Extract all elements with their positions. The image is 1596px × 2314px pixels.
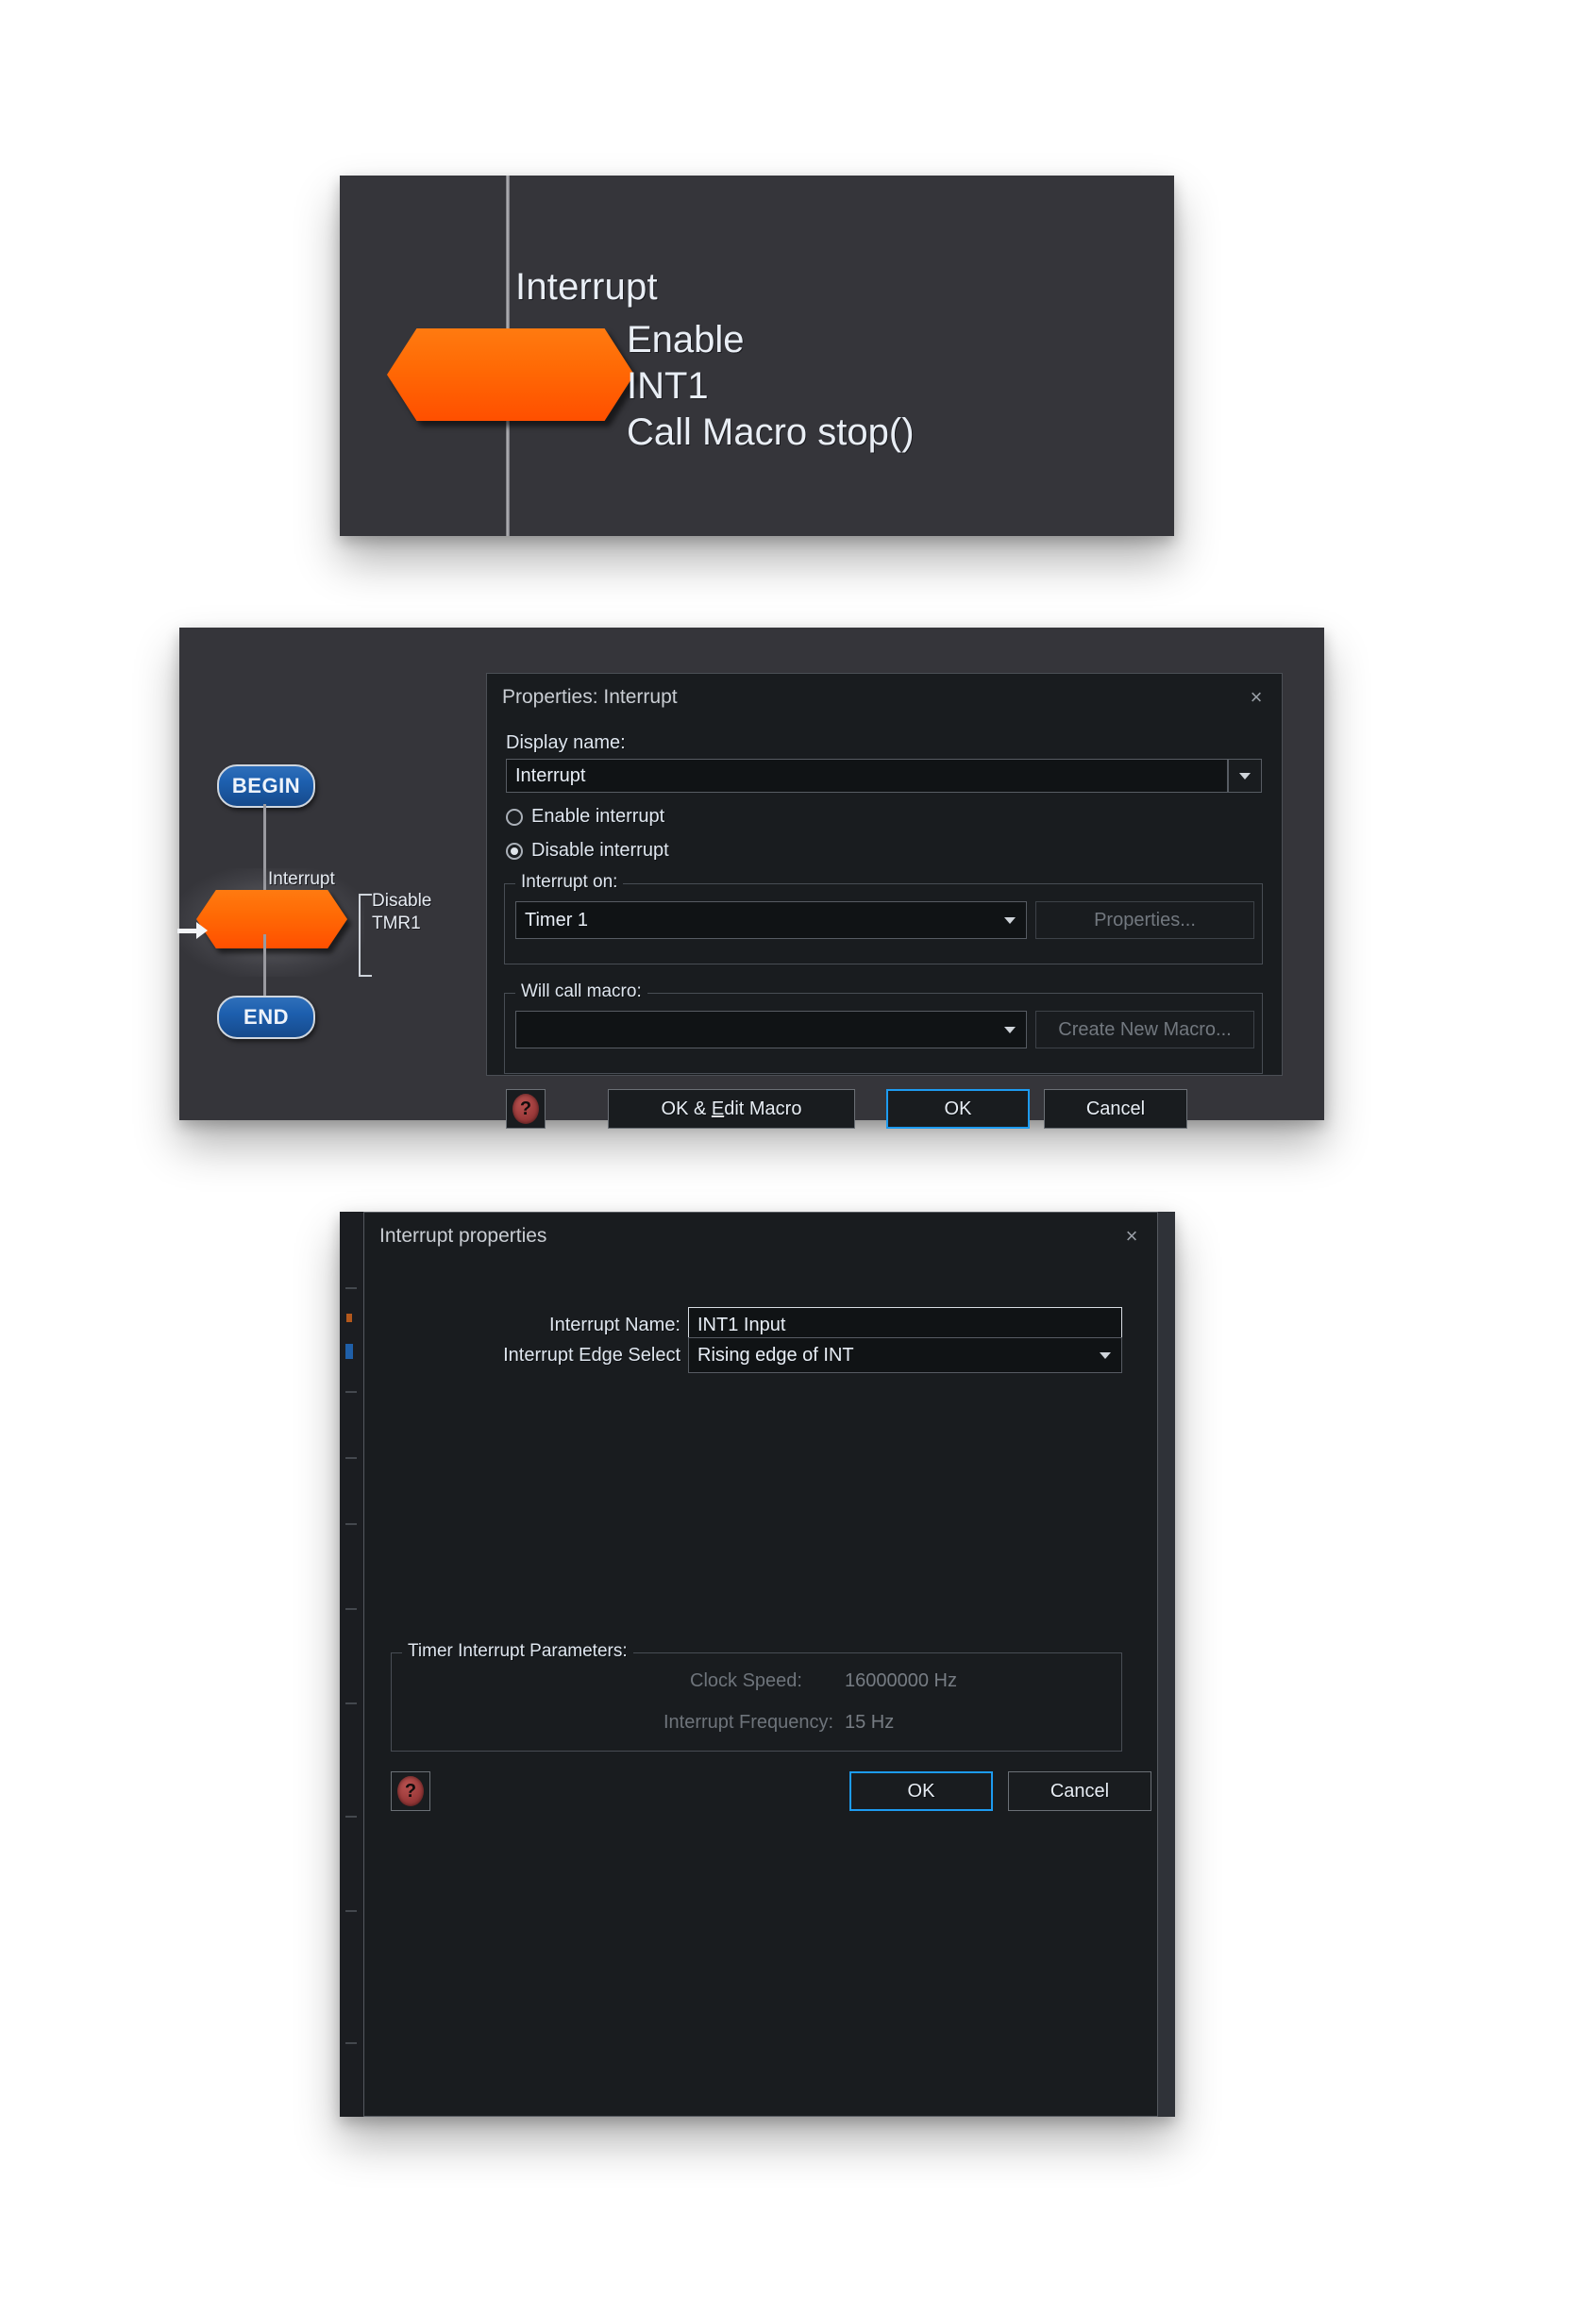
interrupt-edge-select-combo[interactable]: Rising edge of INT: [688, 1337, 1122, 1373]
enable-interrupt-label: Enable interrupt: [531, 806, 665, 827]
disable-interrupt-label: Disable interrupt: [531, 840, 669, 861]
interrupt-hex-node[interactable]: [196, 890, 347, 948]
close-icon[interactable]: ×: [1106, 1213, 1157, 1260]
flow-end-node[interactable]: END: [217, 996, 315, 1039]
interrupt-frequency-label: Interrupt Frequency:: [664, 1712, 834, 1733]
help-button[interactable]: ?: [391, 1771, 430, 1811]
will-call-macro-groupbox: Will call macro: Create New Macro...: [504, 981, 1263, 1074]
interrupt-on-value: Timer 1: [525, 909, 589, 931]
flow-node-preview-panel: Interrupt Enable INT1 Call Macro stop(): [340, 176, 1174, 536]
description-line-1: Enable: [627, 319, 745, 361]
chevron-down-icon: [1239, 772, 1251, 780]
display-name-label: Display name:: [506, 732, 626, 753]
flow-node-description: Enable INT1 Call Macro stop(): [627, 317, 915, 455]
clock-speed-label: Clock Speed:: [690, 1670, 802, 1691]
annotation-line-1: Disable: [372, 891, 432, 911]
interrupt-properties-dialog: Interrupt properties × Interrupt Name: I…: [363, 1212, 1158, 2117]
interrupt-frequency-value: 15 Hz: [845, 1712, 895, 1733]
interrupt-hex-node[interactable]: [387, 328, 634, 421]
timer-parameters-legend: Timer Interrupt Parameters:: [402, 1641, 633, 1662]
ok-button[interactable]: OK: [849, 1771, 993, 1811]
dialog-title-text: Interrupt properties: [379, 1225, 547, 1247]
display-name-input[interactable]: Interrupt: [506, 759, 1228, 793]
enable-interrupt-radio-row[interactable]: Enable interrupt: [506, 806, 664, 828]
interrupt-on-combo[interactable]: Timer 1: [515, 901, 1027, 939]
flow-node-label: Interrupt: [515, 266, 658, 308]
clock-speed-value: 16000000 Hz: [845, 1670, 957, 1691]
cancel-button[interactable]: Cancel: [1044, 1089, 1187, 1129]
dialog-titlebar: Interrupt properties ×: [364, 1213, 1157, 1260]
chevron-down-icon[interactable]: [1089, 1338, 1121, 1372]
will-call-macro-legend: Will call macro:: [515, 981, 647, 1002]
display-name-dropdown-button[interactable]: [1228, 759, 1262, 793]
will-call-macro-combo[interactable]: [515, 1011, 1027, 1048]
interrupt-edge-select-label: Interrupt Edge Select: [503, 1345, 680, 1366]
properties-interrupt-dialog: Properties: Interrupt × Display name: In…: [486, 673, 1283, 1129]
chevron-down-icon[interactable]: [994, 902, 1026, 938]
description-line-3: Call Macro stop(): [627, 411, 915, 453]
ok-button[interactable]: OK: [886, 1089, 1030, 1129]
flow-node-annotation: Disable TMR1: [372, 890, 431, 935]
disable-interrupt-radio-row[interactable]: Disable interrupt: [506, 840, 669, 862]
interrupt-on-properties-button[interactable]: Properties...: [1035, 901, 1254, 939]
arrow-shaft: [177, 928, 196, 933]
annotation-line-2: TMR1: [372, 913, 421, 933]
create-new-macro-button[interactable]: Create New Macro...: [1035, 1011, 1254, 1048]
hex-shape: [196, 890, 347, 948]
screenshot-stage: Interrupt Enable INT1 Call Macro stop() …: [0, 0, 1596, 2314]
flow-begin-node[interactable]: BEGIN: [217, 764, 315, 808]
interrupt-on-groupbox: Interrupt on: Timer 1 Properties...: [504, 872, 1263, 964]
arrow-pointer-icon: [177, 920, 210, 941]
close-icon[interactable]: ×: [1231, 674, 1282, 721]
chevron-down-icon[interactable]: [994, 1012, 1026, 1048]
ok-edit-macro-button[interactable]: OK & Edit Macro: [608, 1089, 855, 1129]
interrupt-edge-select-value: Rising edge of INT: [697, 1344, 854, 1366]
interrupt-properties-panel: Interrupt properties × Interrupt Name: I…: [340, 1212, 1175, 2117]
cancel-button[interactable]: Cancel: [1008, 1771, 1151, 1811]
radio-icon: [506, 808, 523, 826]
question-mark-icon: ?: [397, 1776, 424, 1806]
description-line-2: INT1: [627, 364, 709, 407]
timer-interrupt-parameters-groupbox: Timer Interrupt Parameters: Clock Speed:…: [391, 1641, 1122, 1752]
interrupt-on-legend: Interrupt on:: [515, 872, 624, 893]
question-mark-icon: ?: [512, 1094, 539, 1124]
dialog-titlebar: Properties: Interrupt ×: [487, 674, 1282, 721]
flow-connector-bottom: [263, 934, 266, 996]
arrow-head: [196, 922, 208, 939]
flowchart-canvas: BEGIN Interrupt Disable TMR1 END: [177, 628, 491, 1120]
help-button[interactable]: ?: [506, 1089, 546, 1129]
flow-node-label: Interrupt: [268, 869, 335, 889]
background-editor-strip: [340, 1212, 363, 2117]
hex-shape: [387, 328, 634, 421]
radio-icon-selected: [506, 842, 523, 860]
annotation-bracket: [359, 894, 372, 977]
editor-with-properties-dialog-panel: BEGIN Interrupt Disable TMR1 END Propert…: [177, 628, 1324, 1129]
interrupt-name-label: Interrupt Name:: [549, 1315, 680, 1335]
dialog-title-text: Properties: Interrupt: [502, 686, 678, 708]
